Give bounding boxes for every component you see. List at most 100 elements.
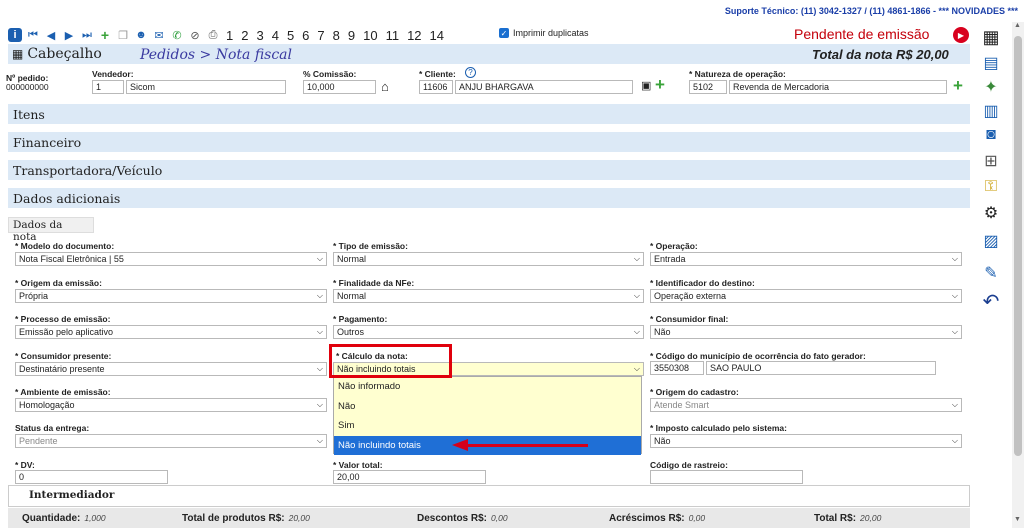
dropdown-option[interactable]: Não	[334, 397, 641, 417]
tab-dados-da-nota[interactable]: Dados da nota	[8, 217, 94, 243]
dv-label: * DV:	[15, 460, 35, 470]
qty-value: 1,000	[84, 512, 106, 523]
globe-icon[interactable]: ✦	[978, 76, 1004, 98]
origem-select[interactable]: Própria ⌵	[15, 289, 327, 303]
page-number[interactable]: 11	[384, 28, 402, 43]
checkbox-checked-icon[interactable]: ✓	[499, 28, 509, 38]
destino-label: * Identificador do destino:	[650, 278, 755, 288]
copy-icon[interactable]: ❐	[116, 28, 130, 42]
chevron-down-icon: ⌵	[951, 327, 958, 336]
destino-select[interactable]: Operação externa ⌵	[650, 289, 962, 303]
imposto-select[interactable]: Não ⌵	[650, 434, 962, 448]
section-carrier[interactable]: Transportadora/Veículo	[8, 160, 970, 180]
scroll-down-icon[interactable]: ▼	[1014, 516, 1021, 523]
chevron-down-icon: ⌵	[633, 364, 640, 373]
whatsapp-icon[interactable]: ✆	[170, 28, 184, 42]
gears-icon[interactable]: ⚙	[978, 202, 1004, 224]
first-page-icon[interactable]: ⏮	[26, 28, 40, 42]
chevron-down-icon: ⌵	[316, 436, 323, 445]
page-number[interactable]: 7	[315, 28, 326, 43]
scrollbar-thumb[interactable]	[1014, 36, 1022, 456]
client-id-field[interactable]: 11606	[419, 80, 453, 94]
camera-icon[interactable]: ◙	[978, 124, 1004, 146]
section-financial[interactable]: Financeiro	[8, 132, 970, 152]
info-icon[interactable]: i	[8, 28, 22, 42]
page-title: Cabeçalho	[27, 46, 102, 62]
page-number[interactable]: 12	[405, 28, 423, 43]
chevron-down-icon: ⌵	[633, 254, 640, 263]
client-name-field[interactable]: ANJU BHARGAVA	[455, 80, 633, 94]
page-number[interactable]: 6	[300, 28, 311, 43]
support-text[interactable]: Suporte Técnico: (11) 3042-1327 / (11) 4…	[725, 6, 1018, 16]
intermediador-fieldset: Intermediador	[8, 485, 970, 507]
print-duplicates-label: Imprimir duplicatas	[513, 28, 589, 38]
conspres-select[interactable]: Destinatário presente ⌵	[15, 362, 327, 376]
previous-icon[interactable]: ◀	[44, 28, 58, 42]
ambiente-select[interactable]: Homologação ⌵	[15, 398, 327, 412]
scroll-up-icon[interactable]: ▲	[1014, 22, 1021, 29]
origcad-select[interactable]: Atende Smart ⌵	[650, 398, 962, 412]
rastreio-field[interactable]	[650, 470, 803, 484]
page-number[interactable]: 5	[285, 28, 296, 43]
page-number[interactable]: 8	[331, 28, 342, 43]
tipo-select[interactable]: Normal ⌵	[333, 252, 644, 266]
printer-icon[interactable]: ⎙	[206, 28, 220, 42]
page-number[interactable]: 14	[428, 28, 446, 43]
municipio-name-field[interactable]: SAO PAULO	[706, 361, 936, 375]
add-icon[interactable]: +	[98, 27, 112, 43]
finalidade-select[interactable]: Normal ⌵	[333, 289, 644, 303]
page-number[interactable]: 1	[224, 28, 235, 43]
presentation-icon[interactable]: ▨	[978, 230, 1004, 252]
modelo-select[interactable]: Nota Fiscal Eletrônica | 55 ⌵	[15, 252, 327, 266]
add-client-icon[interactable]: +	[655, 75, 665, 95]
email-icon[interactable]: ✉	[152, 28, 166, 42]
document-icon[interactable]: ▥	[978, 100, 1004, 122]
key-icon[interactable]: ⚿	[978, 176, 1004, 198]
id-card-icon[interactable]: ▣	[641, 79, 651, 92]
processo-select[interactable]: Emissão pelo aplicativo ⌵	[15, 325, 327, 339]
consfinal-select[interactable]: Não ⌵	[650, 325, 962, 339]
last-page-icon[interactable]: ⏭	[80, 28, 94, 42]
valor-field[interactable]: 20,00	[333, 470, 486, 484]
client-label: * Cliente:	[419, 69, 456, 79]
seller-name-field[interactable]: Sicom	[126, 80, 286, 94]
dropdown-option[interactable]: Não informado	[334, 377, 641, 397]
apps-grid-icon[interactable]: ▦	[978, 26, 1004, 48]
section-additional[interactable]: Dados adicionais	[8, 188, 970, 208]
ambiente-label: * Ambiente de emissão:	[15, 387, 111, 397]
ambiente-value: Homologação	[19, 400, 75, 410]
page-number[interactable]: 9	[346, 28, 357, 43]
print-duplicates-toggle[interactable]: ✓ Imprimir duplicatas	[499, 28, 589, 38]
tipo-label: * Tipo de emissão:	[333, 241, 408, 251]
add-nature-icon[interactable]: +	[953, 76, 963, 96]
help-icon[interactable]: ?	[465, 67, 476, 78]
origcad-label: * Origem do cadastro:	[650, 387, 739, 397]
house-icon[interactable]: ⌂	[381, 79, 389, 94]
order-no: 000000000	[6, 82, 49, 92]
network-icon[interactable]: ⊞	[978, 150, 1004, 172]
page-number[interactable]: 3	[254, 28, 265, 43]
arrow-annotation	[468, 444, 588, 447]
cancel-icon[interactable]: ⊘	[188, 28, 202, 42]
commission-field[interactable]: 10,000	[303, 80, 376, 94]
pagamento-select[interactable]: Outros ⌵	[333, 325, 644, 339]
page-number[interactable]: 2	[239, 28, 250, 43]
save-icon[interactable]: ▤	[978, 52, 1004, 74]
nature-name-field[interactable]: Revenda de Mercadoria	[729, 80, 947, 94]
dropdown-option[interactable]: Sim	[334, 416, 641, 436]
dv-field[interactable]: 0	[15, 470, 168, 484]
section-items[interactable]: Itens	[8, 104, 970, 124]
notes-icon[interactable]: ✎	[978, 262, 1004, 284]
back-arrow-icon[interactable]: ↶	[978, 290, 1004, 313]
operacao-select[interactable]: Entrada ⌵	[650, 252, 962, 266]
page-number[interactable]: 10	[361, 28, 379, 43]
entrega-select[interactable]: Pendente ⌵	[15, 434, 327, 448]
nature-code-field[interactable]: 5102	[689, 80, 727, 94]
chevron-down-icon: ⌵	[316, 254, 323, 263]
youtube-icon[interactable]: ▶	[953, 27, 969, 43]
user-icon[interactable]: ☻	[134, 28, 148, 42]
next-icon[interactable]: ▶	[62, 28, 76, 42]
page-number[interactable]: 4	[270, 28, 281, 43]
municipio-code-field[interactable]: 3550308	[650, 361, 704, 375]
seller-id-field[interactable]: 1	[92, 80, 124, 94]
